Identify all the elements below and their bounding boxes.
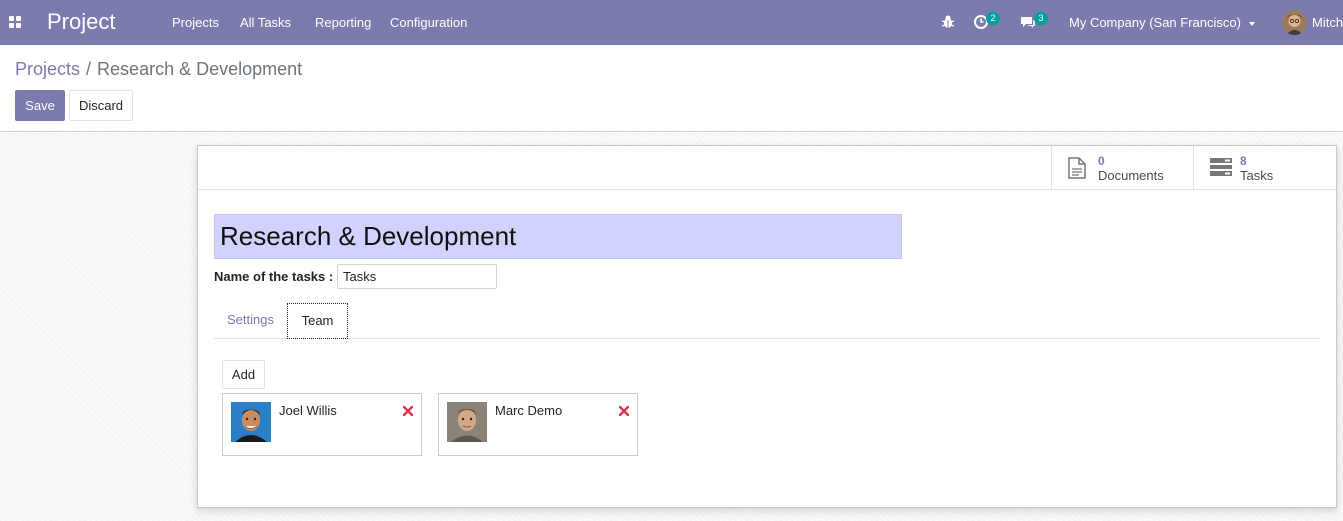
remove-member-icon[interactable]	[619, 406, 629, 416]
tasks-name-input[interactable]: Tasks	[337, 264, 497, 289]
apps-menu-icon[interactable]	[9, 16, 21, 28]
user-name[interactable]: Mitch	[1312, 0, 1343, 45]
form-sheet: 0 Documents 8 Tasks Research & Developme…	[197, 145, 1337, 508]
documents-count: 0	[1098, 154, 1105, 168]
tab-settings[interactable]: Settings	[214, 303, 287, 338]
team-member-card[interactable]: Marc Demo	[438, 393, 638, 456]
tasks-count: 8	[1240, 154, 1247, 168]
team-member-card[interactable]: Joel Willis	[222, 393, 422, 456]
member-avatar	[231, 402, 271, 442]
documents-stat-button[interactable]: 0 Documents	[1051, 146, 1194, 189]
member-name: Joel Willis	[279, 403, 337, 418]
project-name-input[interactable]: Research & Development	[214, 214, 902, 259]
tasks-stat-button[interactable]: 8 Tasks	[1193, 146, 1336, 189]
chevron-down-icon	[1248, 21, 1255, 26]
tasks-name-label: Name of the tasks :	[214, 269, 334, 284]
messages-badge: 3	[1034, 12, 1048, 25]
add-member-button[interactable]: Add	[222, 360, 265, 389]
save-button[interactable]: Save	[15, 90, 65, 121]
breadcrumb-current: Research & Development	[97, 59, 303, 79]
tasks-label: Tasks	[1240, 168, 1274, 183]
form-view-background: 0 Documents 8 Tasks Research & Developme…	[0, 133, 1343, 521]
menu-projects[interactable]: Projects	[172, 0, 219, 45]
top-navbar: Project Projects All Tasks Reporting Con…	[0, 0, 1343, 45]
company-switcher[interactable]: My Company (San Francisco)	[1069, 0, 1255, 45]
notebook-tabs: Settings Team	[214, 303, 1320, 339]
breadcrumb-projects-link[interactable]: Projects	[15, 59, 80, 79]
menu-reporting[interactable]: Reporting	[315, 0, 371, 45]
remove-member-icon[interactable]	[403, 406, 413, 416]
menu-configuration[interactable]: Configuration	[390, 0, 467, 45]
menu-all-tasks[interactable]: All Tasks	[240, 0, 291, 45]
breadcrumb: Projects / Research & Development	[15, 58, 302, 80]
smart-button-box: 0 Documents 8 Tasks	[198, 146, 1336, 190]
member-name: Marc Demo	[495, 403, 563, 418]
company-name: My Company (San Francisco)	[1069, 15, 1241, 30]
activity-badge: 2	[986, 12, 1000, 25]
breadcrumb-separator: /	[86, 59, 92, 79]
documents-label: Documents	[1098, 168, 1164, 183]
bug-icon[interactable]	[940, 14, 956, 30]
discard-button[interactable]: Discard	[69, 90, 133, 121]
tab-team[interactable]: Team	[287, 303, 348, 339]
member-avatar	[447, 402, 487, 442]
document-icon	[1068, 157, 1086, 179]
app-title: Project	[47, 9, 116, 34]
control-panel: Projects / Research & Development Save Dis…	[0, 45, 1343, 132]
user-avatar[interactable]	[1282, 10, 1307, 35]
tasks-list-icon	[1210, 158, 1232, 176]
